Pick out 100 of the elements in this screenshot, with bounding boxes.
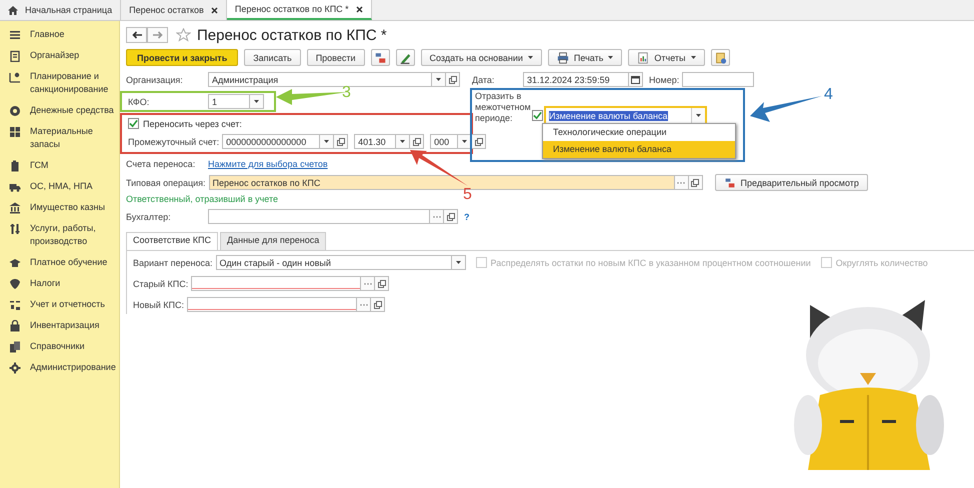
toolbar-icon-button[interactable]: [396, 49, 415, 66]
debit-credit-icon: [374, 50, 387, 64]
field-label: Вариант переноса:: [133, 258, 214, 268]
toolbar-button[interactable]: Провести: [306, 49, 365, 66]
sidebar-item[interactable]: ГСМ: [0, 155, 119, 176]
caret-icon: [528, 56, 533, 59]
kps-field[interactable]: [187, 297, 357, 312]
sidebar-item[interactable]: Налоги: [0, 273, 119, 294]
open-icon: [336, 138, 345, 146]
select-accounts-link[interactable]: Нажмите для выбора счетов: [208, 158, 328, 168]
help-link[interactable]: ?: [464, 212, 470, 222]
tab[interactable]: Начальная страница: [0, 0, 122, 20]
open-icon: [448, 76, 456, 84]
building-icon: [9, 202, 21, 214]
caret-icon: [608, 56, 614, 59]
coin-icon: [9, 105, 21, 117]
grid-icon: [9, 126, 21, 138]
tab[interactable]: Перенос остатков по КПС *: [226, 0, 372, 20]
date-field[interactable]: 31.12.2024 23:59:59: [523, 72, 629, 87]
open-button[interactable]: [410, 134, 424, 149]
checkbox-label: Округлять количество: [836, 258, 928, 268]
dropdown-button[interactable]: [396, 134, 410, 149]
sidebar-item[interactable]: Справочники: [0, 336, 119, 357]
tab[interactable]: Данные для переноса: [220, 232, 326, 250]
menu-button[interactable]: Отчеты: [628, 49, 704, 66]
organization-field[interactable]: Администрация: [208, 72, 432, 87]
graduation-cap-icon: [9, 257, 21, 269]
account-field[interactable]: 0000000000000000: [222, 134, 320, 149]
open-icon: [412, 138, 421, 146]
field-label: Старый КПС:: [133, 278, 190, 288]
checkbox[interactable]: [532, 110, 543, 121]
open-icon: [374, 300, 382, 308]
section-heading: Ответственный, отразивший в учете: [126, 194, 280, 206]
open-button[interactable]: [444, 209, 458, 224]
caret-icon: [254, 100, 259, 103]
canister-icon: [9, 160, 21, 172]
open-button[interactable]: [371, 297, 385, 312]
close-icon[interactable]: [210, 6, 218, 14]
open-button[interactable]: [472, 134, 486, 149]
caret-icon: [456, 261, 461, 264]
open-icon: [691, 178, 700, 186]
open-button[interactable]: [688, 175, 703, 190]
menu-button[interactable]: Создать на основании: [420, 49, 542, 66]
accountant-field[interactable]: [208, 209, 430, 224]
field-label: Бухгалтер:: [126, 212, 172, 222]
dropdown-option[interactable]: Технологические операции: [543, 124, 735, 141]
dropdown-button[interactable]: [250, 94, 264, 109]
sidebar-item[interactable]: Инвентаризация: [0, 315, 119, 336]
forward-arrow-icon: [152, 31, 162, 39]
kps-field[interactable]: [191, 276, 362, 291]
books-icon: [9, 341, 21, 353]
menu-button[interactable]: Печать: [548, 49, 622, 66]
tab[interactable]: Соответствие КПС: [126, 232, 218, 250]
star-icon[interactable]: [176, 28, 191, 42]
post-and-close-button[interactable]: Провести и закрыть: [126, 49, 238, 66]
account-field[interactable]: 000: [430, 134, 458, 149]
dropdown-button[interactable]: [320, 134, 334, 149]
sidebar-item[interactable]: Имущество казны: [0, 197, 119, 218]
field-label: Организация:: [126, 74, 184, 84]
sidebar-item[interactable]: Услуги, работы, производство: [0, 218, 119, 252]
caret-icon: [436, 78, 441, 81]
dropdown-option[interactable]: Изменение валюты баланса: [543, 141, 735, 158]
field-label: Промежуточный счет:: [128, 136, 220, 146]
emblem-icon: [9, 278, 21, 290]
preview-button[interactable]: Предварительный просмотр: [714, 174, 868, 191]
annotation-number: 4: [824, 86, 833, 104]
sidebar-item[interactable]: ОС, НМА, НПА: [0, 176, 119, 197]
calendar-button[interactable]: [629, 72, 643, 87]
sidebar-item[interactable]: Материальные запасы: [0, 121, 119, 155]
sidebar-item[interactable]: Планирование и санкционирование: [0, 66, 119, 100]
dropdown-button[interactable]: [432, 72, 446, 87]
toolbar-icon-button[interactable]: [710, 49, 730, 66]
truck-icon: [9, 181, 21, 193]
number-field[interactable]: [682, 72, 754, 87]
field-label: Счета переноса:: [126, 158, 196, 168]
dropdown-button[interactable]: [452, 255, 466, 270]
field-label: Отразить в межотчетном периоде:: [475, 91, 531, 124]
sidebar-item[interactable]: Учет и отчетность: [0, 294, 119, 315]
annotation-number: 3: [342, 84, 351, 102]
form-title: Перенос остатков по КПС *: [197, 26, 387, 44]
variant-field[interactable]: Один старый - один новый: [216, 255, 452, 270]
back-arrow-icon: [132, 31, 142, 39]
toolbar-button[interactable]: Записать: [244, 49, 301, 66]
account-field[interactable]: 401.30: [354, 134, 396, 149]
tools-icon: [9, 223, 21, 235]
sidebar-item[interactable]: Денежные средства: [0, 100, 119, 121]
open-button[interactable]: [334, 134, 348, 149]
kfo-field[interactable]: 1: [208, 94, 250, 109]
toolbar-icon-button[interactable]: [370, 49, 390, 66]
back-button[interactable]: [126, 27, 147, 43]
checkbox[interactable]: [128, 118, 139, 129]
open-button[interactable]: [375, 276, 390, 291]
sidebar-item[interactable]: Органайзер: [0, 45, 119, 66]
sidebar-item[interactable]: Платное обучение: [0, 252, 119, 273]
open-button[interactable]: [446, 72, 460, 87]
sidebar-item[interactable]: Администрирование: [0, 357, 119, 378]
close-icon[interactable]: [356, 6, 363, 12]
caret-icon: [690, 56, 696, 59]
caret-icon: [400, 140, 406, 143]
sidebar-item[interactable]: Главное: [0, 24, 119, 45]
